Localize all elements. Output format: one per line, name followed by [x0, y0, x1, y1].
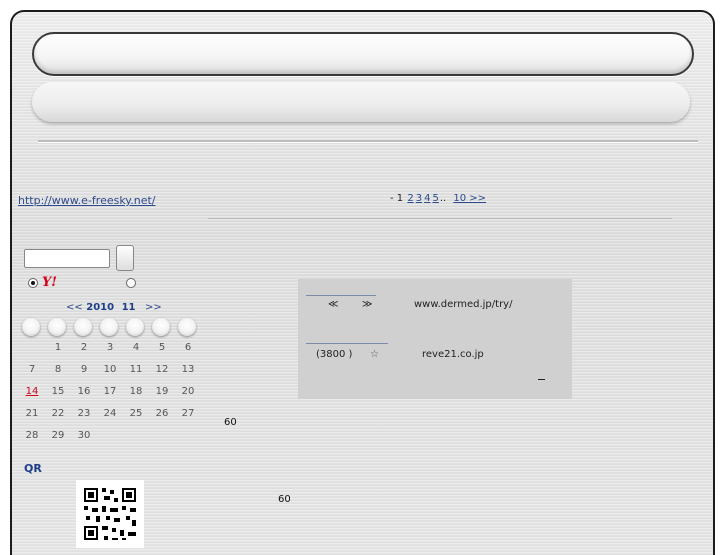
weekday-fri-icon — [152, 318, 170, 336]
panel-next[interactable]: ≫ — [362, 299, 372, 310]
panel-price: (3800 ) — [316, 349, 353, 360]
calendar-day: 13 — [181, 364, 195, 375]
pager-page-3[interactable]: 3 — [416, 193, 422, 204]
calendar-year: 2010 — [86, 302, 115, 313]
calendar-day: 28 — [25, 430, 39, 441]
count-b: 60 — [278, 494, 291, 505]
panel-dash — [538, 379, 545, 380]
calendar-month: 11 — [121, 302, 136, 313]
yahoo-logo: Y! — [42, 275, 57, 290]
calendar-day: 21 — [25, 408, 39, 419]
weekday-sun-icon — [22, 318, 40, 336]
calendar-day: 6 — [184, 342, 192, 353]
header-bar-top — [32, 32, 694, 76]
calendar-day: 2 — [80, 342, 88, 353]
calendar-day: 23 — [77, 408, 91, 419]
calendar-day-today[interactable]: 14 — [20, 386, 44, 397]
calendar-day: 15 — [51, 386, 65, 397]
panel-prev[interactable]: ≪ — [328, 299, 338, 310]
header-divider — [38, 140, 698, 143]
calendar-day: 10 — [103, 364, 117, 375]
weekday-tue-icon — [74, 318, 92, 336]
pager-page-5[interactable]: 5 — [432, 193, 438, 204]
search-button[interactable] — [116, 245, 134, 271]
count-a: 60 — [224, 417, 237, 428]
panel-url-2[interactable]: reve21.co.jp — [422, 349, 484, 360]
calendar-day: 12 — [155, 364, 169, 375]
calendar-day: 4 — [132, 342, 140, 353]
pager-page-2[interactable]: 2 — [407, 193, 413, 204]
calendar-day: 29 — [51, 430, 65, 441]
calendar-day: 25 — [129, 408, 143, 419]
site-link-block: http://www.e-freesky.net/ — [18, 193, 168, 209]
page-frame: http://www.e-freesky.net/ - 1 2 3 4 5.. 10 … — [10, 10, 715, 555]
pager-last[interactable]: 10 >> — [453, 193, 486, 204]
weekday-mon-icon — [48, 318, 66, 336]
pager-ellipsis: .. — [439, 193, 447, 204]
pager-prefix: - 1 — [390, 193, 404, 204]
calendar-day: 8 — [54, 364, 62, 375]
calendar-prev[interactable]: << — [66, 302, 83, 313]
calendar-day: 26 — [155, 408, 169, 419]
calendar-day: 5 — [158, 342, 166, 353]
search-input[interactable] — [24, 249, 110, 268]
weekday-thu-icon — [126, 318, 144, 336]
calendar-day: 1 — [54, 342, 62, 353]
calendar-day: 19 — [155, 386, 169, 397]
search-engine-radio-web[interactable] — [126, 278, 136, 288]
weekday-wed-icon — [100, 318, 118, 336]
weekday-sat-icon — [178, 318, 196, 336]
calendar-day: 16 — [77, 386, 91, 397]
qr-code-icon — [76, 480, 144, 548]
search-engine-radio-yahoo[interactable] — [28, 278, 38, 288]
calendar-day: 11 — [129, 364, 143, 375]
ad-panel: ≪ ≫ www.dermed.jp/try/ (3800 ) ☆ reve21.… — [298, 279, 572, 399]
calendar-day: 20 — [181, 386, 195, 397]
calendar-day: 9 — [80, 364, 88, 375]
qr-code-graphic — [76, 480, 144, 548]
panel-star-icon[interactable]: ☆ — [370, 349, 379, 360]
panel-rule-1 — [306, 295, 376, 296]
pagination: - 1 2 3 4 5.. 10 >> — [390, 193, 487, 204]
calendar-day: 17 — [103, 386, 117, 397]
qr-label: QR — [24, 462, 42, 475]
header-bar-nav — [32, 82, 690, 122]
calendar-day: 30 — [77, 430, 91, 441]
panel-rule-2 — [306, 343, 388, 344]
site-link[interactable]: http://www.e-freesky.net/ — [18, 194, 156, 207]
calendar-day: 18 — [129, 386, 143, 397]
calendar-header: << 2010 11 >> — [66, 302, 162, 313]
pager-page-4[interactable]: 4 — [424, 193, 430, 204]
content-separator — [208, 218, 672, 219]
calendar-day: 3 — [106, 342, 114, 353]
calendar-day: 24 — [103, 408, 117, 419]
calendar-day: 27 — [181, 408, 195, 419]
panel-url-1[interactable]: www.dermed.jp/try/ — [414, 299, 512, 310]
calendar-day: 22 — [51, 408, 65, 419]
calendar-day: 7 — [28, 364, 36, 375]
calendar-next[interactable]: >> — [145, 302, 162, 313]
